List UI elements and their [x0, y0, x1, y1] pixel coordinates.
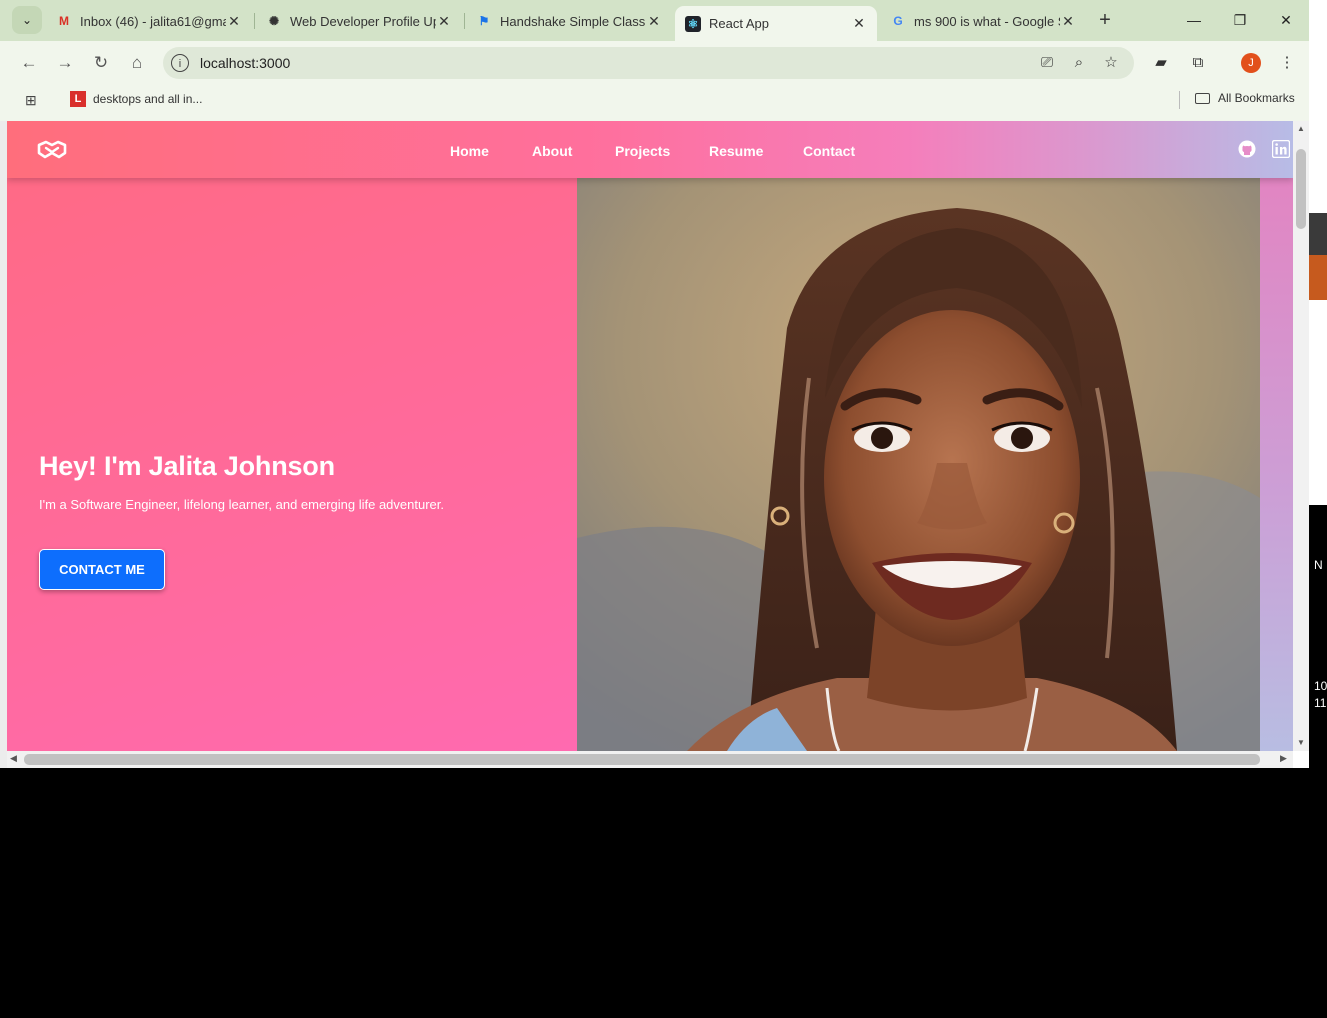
close-tab-icon[interactable]: ✕	[436, 13, 452, 30]
page-viewport: Home About Projects Resume Contact Hey! …	[7, 121, 1293, 751]
background-text-fragment: 11	[1314, 696, 1327, 710]
bookmark-label: desktops and all in...	[93, 92, 203, 106]
address-bar[interactable]	[163, 47, 1134, 79]
zoom-icon[interactable]: ⌕	[1068, 52, 1090, 74]
flag-icon: ⚑	[478, 14, 490, 28]
portrait-illustration	[577, 178, 1260, 751]
home-icon[interactable]: ⌂	[125, 52, 149, 74]
menu-kebab-icon[interactable]: ⋮	[1276, 52, 1298, 74]
back-icon[interactable]: ←	[17, 52, 41, 74]
install-app-icon[interactable]: ⎚	[1036, 52, 1058, 74]
url-text[interactable]: localhost:3000	[200, 55, 290, 71]
profile-portrait	[577, 178, 1260, 751]
bookmarks-divider	[1179, 91, 1180, 109]
nav-link-contact[interactable]: Contact	[803, 143, 855, 159]
background-window-strip	[1309, 213, 1327, 255]
hero-right-gradient	[1260, 178, 1293, 751]
tab-chatgpt[interactable]: ✺ Web Developer Profile Up ✕	[256, 6, 462, 36]
close-tab-icon[interactable]: ✕	[226, 13, 242, 30]
nav-link-resume[interactable]: Resume	[709, 143, 763, 159]
scroll-right-arrow-icon[interactable]: ▶	[1280, 753, 1287, 764]
extensions-puzzle-icon[interactable]: ⧉	[1187, 52, 1209, 74]
restore-button[interactable]: ❐	[1217, 6, 1263, 34]
nav-link-about[interactable]: About	[532, 143, 572, 159]
all-bookmarks-label: All Bookmarks	[1218, 91, 1295, 105]
bookmark-item[interactable]: L desktops and all in...	[70, 91, 202, 107]
reload-icon[interactable]: ↻	[89, 52, 113, 74]
close-tab-icon[interactable]: ✕	[1060, 13, 1076, 30]
new-tab-button[interactable]: +	[1094, 8, 1116, 32]
tab-search-button[interactable]: ⌄	[12, 6, 42, 34]
tab-divider	[254, 13, 255, 29]
close-window-button[interactable]: ✕	[1263, 6, 1309, 34]
all-bookmarks-button[interactable]: All Bookmarks	[1195, 91, 1295, 105]
linkedin-icon[interactable]	[1272, 140, 1290, 158]
scroll-left-arrow-icon[interactable]: ◀	[10, 753, 17, 764]
hero-subtitle: I'm a Software Engineer, lifelong learne…	[39, 497, 444, 512]
site-navbar: Home About Projects Resume Contact	[7, 121, 1293, 178]
site-info-icon[interactable]: i	[171, 54, 189, 72]
chatgpt-icon: ✺	[268, 14, 280, 28]
hero-title: Hey! I'm Jalita Johnson	[39, 451, 335, 481]
background-text-fragment: N	[1314, 558, 1323, 572]
tab-google[interactable]: G ms 900 is what - Google S ✕	[880, 6, 1086, 36]
browser-window: ⌄ M Inbox (46) - jalita61@gma ✕ ✺ Web De…	[0, 0, 1309, 768]
close-tab-icon[interactable]: ✕	[851, 15, 867, 32]
extension-icon[interactable]: ▰	[1150, 52, 1172, 74]
nav-link-home[interactable]: Home	[450, 143, 489, 159]
contact-me-button[interactable]: CONTACT ME	[39, 549, 165, 590]
folder-icon	[1195, 92, 1210, 104]
gmail-icon: M	[59, 14, 69, 28]
tab-divider	[464, 13, 465, 29]
profile-avatar[interactable]: J	[1241, 53, 1261, 73]
close-tab-icon[interactable]: ✕	[646, 13, 662, 30]
react-icon: ⚛	[685, 15, 701, 32]
background-window-accent	[1309, 255, 1327, 300]
bookmark-star-icon[interactable]: ☆	[1100, 52, 1122, 74]
bookmark-favicon: L	[70, 91, 86, 107]
background-window-panel	[1309, 505, 1327, 768]
scroll-up-arrow-icon[interactable]: ▲	[1293, 124, 1309, 133]
forward-icon[interactable]: →	[53, 52, 77, 74]
background-text-fragment: 10	[1314, 679, 1327, 693]
horizontal-scroll-thumb[interactable]	[24, 754, 1260, 765]
window-edge	[0, 121, 7, 768]
apps-grid-icon[interactable]: ⊞	[25, 92, 41, 108]
github-icon[interactable]	[1238, 140, 1256, 158]
hero-intro: Hey! I'm Jalita Johnson I'm a Software E…	[7, 178, 577, 751]
scroll-down-arrow-icon[interactable]: ▼	[1293, 738, 1309, 747]
tab-gmail[interactable]: M Inbox (46) - jalita61@gma ✕	[46, 6, 252, 36]
vertical-scroll-thumb[interactable]	[1296, 149, 1306, 229]
nav-link-projects[interactable]: Projects	[615, 143, 670, 159]
google-icon: G	[893, 14, 903, 28]
minimize-button[interactable]: —	[1171, 6, 1217, 34]
handshake-logo-icon[interactable]	[37, 139, 67, 161]
tab-handshake[interactable]: ⚑ Handshake Simple Classic ✕	[466, 6, 672, 36]
tab-react-app[interactable]: ⚛ React App ✕	[675, 6, 877, 41]
